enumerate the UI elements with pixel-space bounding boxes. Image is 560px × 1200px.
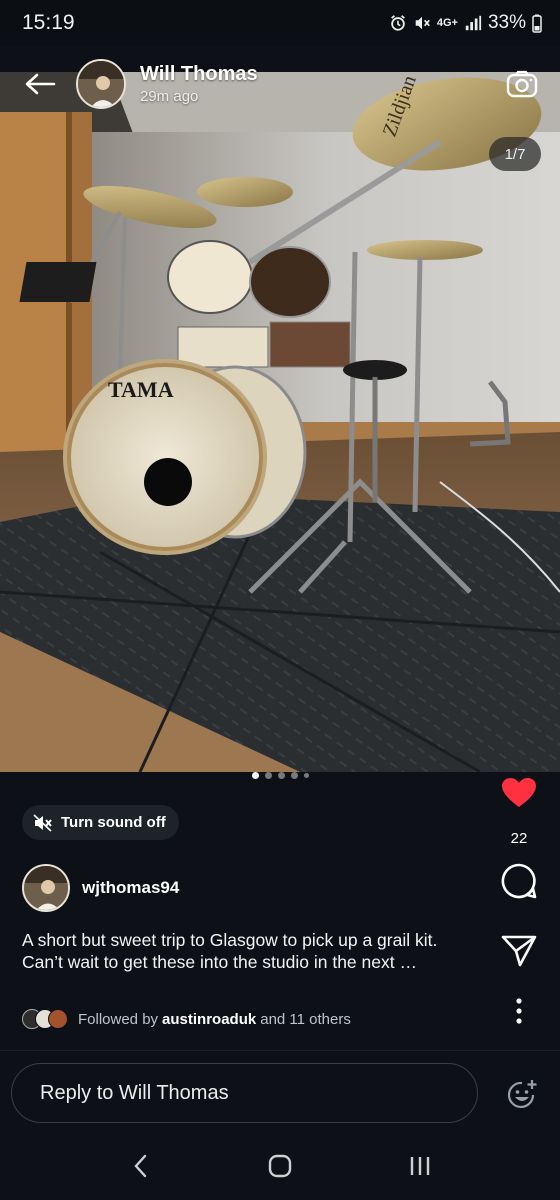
status-icons: 4G+ 33% — [389, 12, 542, 34]
status-bar: 15:19 4G+ 33% — [0, 0, 560, 46]
network-type: 4G+ — [436, 17, 458, 29]
recents-nav-icon — [410, 1157, 430, 1175]
followed-by-suffix: and 11 others — [260, 1010, 351, 1028]
comment-icon — [501, 863, 537, 899]
share-icon — [501, 935, 537, 967]
carousel-dots — [0, 772, 560, 779]
avatar[interactable] — [76, 59, 126, 109]
followed-by[interactable]: Followed by austinroaduk and 11 others — [22, 1009, 351, 1029]
back-button[interactable] — [18, 62, 62, 106]
heart-icon — [502, 778, 536, 807]
post-photo[interactable]: Zildjian TAMA — [0, 72, 560, 772]
carousel-dot — [277, 772, 285, 779]
followed-by-user[interactable]: austinroaduk — [162, 1011, 256, 1028]
sound-toggle-button[interactable]: Turn sound off — [22, 805, 179, 840]
like-section: 22 — [496, 770, 542, 847]
bass-drum-logo: TAMA — [108, 377, 174, 402]
follower-avatars — [22, 1009, 68, 1029]
author-avatar[interactable] — [22, 864, 70, 912]
nav-home-button[interactable] — [250, 1141, 310, 1191]
carousel-dot — [251, 772, 259, 779]
reply-placeholder: Reply to Will Thomas — [40, 1081, 229, 1104]
carousel-dot — [303, 773, 309, 778]
post-time: 29m ago — [140, 88, 199, 105]
comment-button[interactable] — [496, 858, 542, 904]
signal-icon — [465, 15, 482, 31]
drum-kit-photo: Zildjian TAMA — [0, 72, 560, 772]
caption-line: Can’t wait to get these into the studio … — [22, 952, 417, 972]
author-row[interactable]: wjthomas94 — [22, 864, 179, 912]
followed-by-prefix: Followed by — [78, 1010, 159, 1028]
like-count: 22 — [510, 830, 528, 847]
carousel-dot — [264, 772, 272, 779]
author-username[interactable]: wjthomas94 — [82, 878, 179, 898]
post-caption[interactable]: A short but sweet trip to Glasgow to pic… — [22, 929, 482, 973]
caption-line: A short but sweet trip to Glasgow to pic… — [22, 930, 438, 950]
post-header: Will Thomas 29m ago — [0, 56, 560, 112]
camera-icon — [506, 70, 538, 98]
speaker-muted-icon — [33, 813, 52, 832]
alarm-icon — [390, 15, 405, 31]
header-text[interactable]: Will Thomas 29m ago — [140, 63, 258, 105]
reply-input[interactable]: Reply to Will Thomas — [11, 1063, 478, 1123]
avatar-image — [78, 61, 124, 107]
back-nav-icon — [134, 1154, 147, 1178]
mute-icon — [415, 16, 430, 30]
avatar-image — [24, 866, 68, 910]
emoji-button[interactable] — [500, 1073, 544, 1117]
media-counter: 1/7 — [489, 137, 541, 171]
like-button[interactable] — [501, 770, 537, 816]
more-vertical-icon — [516, 998, 522, 1024]
avatar — [48, 1009, 68, 1029]
header-user-name[interactable]: Will Thomas — [140, 63, 258, 86]
home-nav-icon — [268, 1154, 292, 1178]
carousel-dot — [290, 772, 298, 779]
battery-level: 33% — [487, 12, 526, 33]
system-nav-bar — [0, 1132, 560, 1200]
divider — [0, 1050, 560, 1051]
battery-icon — [532, 14, 542, 33]
more-options-button[interactable] — [496, 988, 542, 1034]
camera-button[interactable] — [502, 64, 542, 104]
nav-back-button[interactable] — [110, 1141, 170, 1191]
nav-recents-button[interactable] — [390, 1141, 450, 1191]
status-time: 15:19 — [22, 11, 75, 34]
emoji-add-icon — [507, 1080, 537, 1108]
arrow-left-icon — [25, 73, 56, 95]
share-button[interactable] — [496, 928, 542, 974]
sound-toggle-label: Turn sound off — [61, 814, 166, 831]
